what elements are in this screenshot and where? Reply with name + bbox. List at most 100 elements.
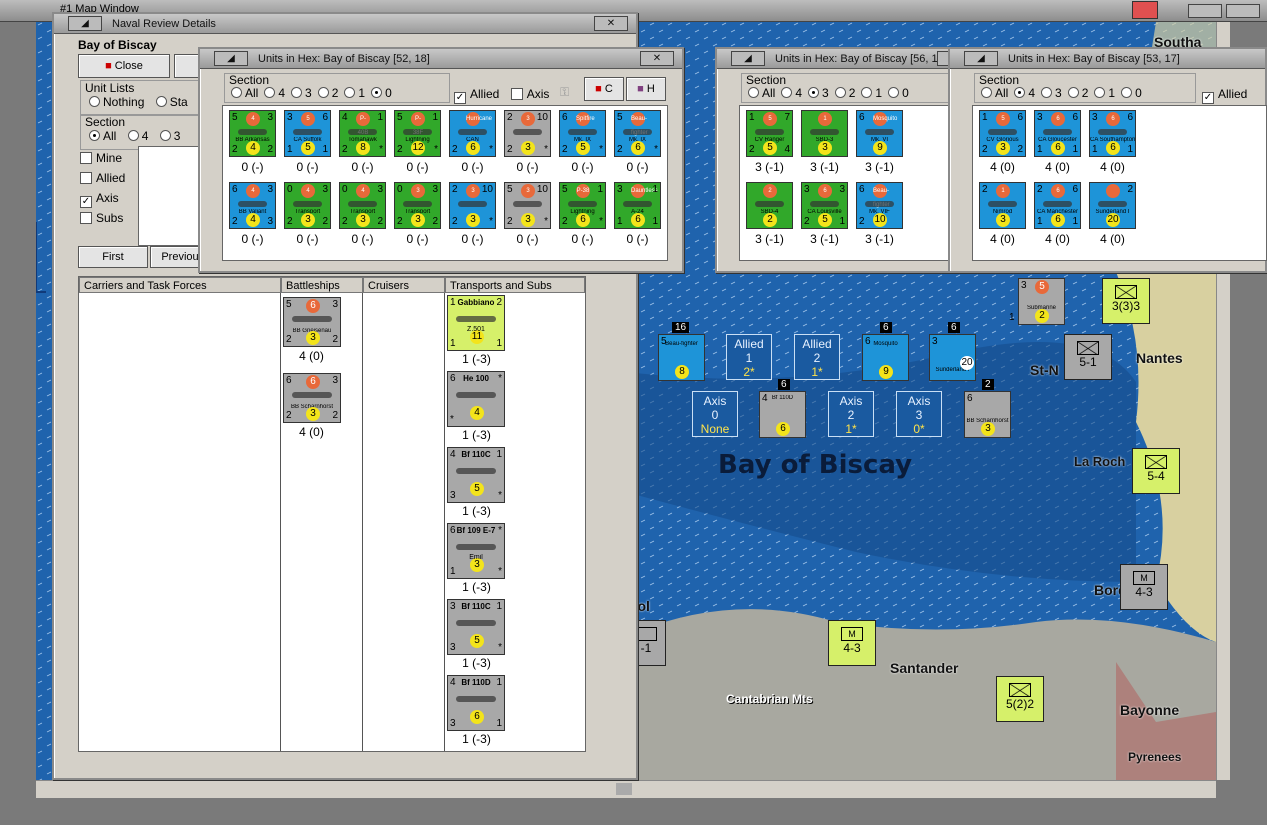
unit-counter[interactable]: 3 5 6 CA Suffolk 1 5 1 — [284, 110, 331, 157]
section-radio[interactable] — [291, 87, 303, 98]
map-land-unit[interactable]: 3(3)3 — [1102, 278, 1150, 324]
unit-counter[interactable]: 5 3 10 2 3 * — [504, 182, 551, 229]
section-radio[interactable] — [264, 87, 276, 98]
first-button[interactable]: First — [78, 246, 148, 268]
section-radio[interactable] — [317, 87, 329, 98]
map-sea-unit[interactable]: 5 Beau-fighter 8 — [658, 334, 705, 381]
map-land-unit[interactable]: 5-4 — [1132, 448, 1180, 494]
section-radio[interactable] — [1121, 87, 1133, 98]
map-land-unit[interactable]: M 4-3 — [828, 620, 876, 666]
unit-counter[interactable]: 0 3 3 Transport 2 3 2 — [394, 182, 441, 229]
axis-box-2[interactable]: Axis 2 1* — [828, 391, 874, 437]
map-sea-unit[interactable]: 4 Bf 110D 6 — [759, 391, 806, 438]
unit-counter[interactable]: Hurricane CAN 2 6 * — [449, 110, 496, 157]
unit-counter[interactable]: 6 Spitfire Mk. IX 2 5 * — [559, 110, 606, 157]
map-land-unit[interactable]: 5-1 — [1064, 334, 1112, 380]
unit-counter[interactable]: 2 3 10 2 3 * — [504, 110, 551, 157]
map-top-unit[interactable]: 3 5 Submarine 1 2 — [1009, 278, 1065, 325]
hex-window-titlebar[interactable]: ◢ Units in Hex: Bay of Biscay [52, 18] ✕ — [200, 49, 682, 69]
unit-counter[interactable]: 2 6 6 CA Manchester 1 6 1 — [1034, 182, 1081, 229]
window-minimize-button[interactable] — [1188, 4, 1222, 18]
section-radio[interactable] — [981, 87, 992, 98]
close-button[interactable]: ■ Close — [78, 54, 170, 78]
section-radio[interactable] — [1041, 87, 1053, 98]
unit-counter[interactable]: 2 Sunderland I 20 — [1089, 182, 1136, 229]
unit-counter[interactable]: 6 * 1 3 * Bf 109 E-7 Emil — [447, 523, 505, 579]
unit-counter[interactable]: 5 6 3 BB Gneisenau 2 3 2 — [283, 297, 341, 347]
unit-counter[interactable]: 6 4 3 BB Valiant 2 4 3 — [229, 182, 276, 229]
c-button[interactable]: ■ C — [584, 77, 624, 101]
section-radio[interactable] — [1094, 87, 1106, 98]
unit-counter[interactable]: 3 6 6 CA Southampton 1 6 1 — [1089, 110, 1136, 157]
section-radio[interactable] — [861, 87, 873, 98]
unit-counter[interactable]: 6 * * 4 He 100 — [447, 371, 505, 427]
section-radio[interactable] — [781, 87, 793, 98]
unit-counter[interactable]: 3 Dauntless 1 A-24 1 6 1 — [614, 182, 661, 229]
allied-box-2[interactable]: Allied 2 1* — [794, 334, 840, 380]
filter-axis-checkbox[interactable]: ✓ — [80, 196, 92, 208]
section-all-radio[interactable] — [89, 130, 100, 141]
axis-box-3[interactable]: Axis 3 0* — [896, 391, 942, 437]
hex-window-titlebar[interactable]: ◢ Units in Hex: Bay of Biscay [53, 17] — [950, 49, 1265, 69]
section-4-radio[interactable] — [127, 130, 139, 141]
unit-list-sta-radio[interactable] — [155, 96, 167, 107]
axis-box-0[interactable]: Axis 0 None — [692, 391, 738, 437]
filter-mine-checkbox[interactable] — [80, 152, 92, 164]
window-close-button[interactable]: ✕ — [594, 16, 628, 31]
filter-subs-checkbox[interactable] — [80, 212, 92, 224]
window-menu-button[interactable]: ◢ — [731, 51, 765, 66]
map-land-unit[interactable]: M 4-3 — [1120, 564, 1168, 610]
window-close-button[interactable]: ✕ — [640, 51, 674, 66]
unit-list-nothing-radio[interactable] — [89, 96, 100, 107]
section-radio[interactable] — [231, 87, 242, 98]
unit-counter[interactable]: 5P-38F1Lightning212* — [394, 110, 441, 157]
unit-counter[interactable]: 2 3 10 2 3 * — [449, 182, 496, 229]
allied-box-1[interactable]: Allied 1 2* — [726, 334, 772, 380]
allied-checkbox[interactable]: ✓ — [454, 92, 466, 104]
section-radio[interactable] — [1014, 87, 1026, 98]
unit-counter[interactable]: 4 1 3 6 1 Bf 110D — [447, 675, 505, 731]
hex-window-titlebar[interactable]: ◢ Units in Hex: Bay of Biscay [56, 17] ✕ — [717, 49, 953, 69]
unit-counter[interactable]: 4 1 3 5 * Bf 110C — [447, 447, 505, 503]
unit-counter[interactable]: 1 5 7 CV Ranger 2 5 4 — [746, 110, 793, 157]
unit-counter[interactable]: 1 2 1 11 1 Gabbiano Z.501 — [447, 295, 505, 351]
allied-checkbox[interactable]: ✓ — [1202, 92, 1214, 104]
window-menu-button[interactable]: ◢ — [68, 16, 102, 31]
section-radio[interactable] — [371, 87, 383, 98]
map-sea-unit[interactable]: 6 Mosquito 9 — [862, 334, 909, 381]
unit-counter[interactable]: 2 SBD-4 2 — [746, 182, 793, 229]
column-header-cruisers[interactable]: Cruisers — [363, 277, 445, 293]
section-3-radio[interactable] — [159, 130, 171, 141]
h-button[interactable]: ■ H — [626, 77, 666, 101]
unit-counter[interactable]: 0 4 3 Transport 2 3 2 — [284, 182, 331, 229]
window-menu-button[interactable]: ◢ — [964, 51, 998, 66]
unit-counter[interactable]: 6 Mosquito Mk. VI 9 — [856, 110, 903, 157]
section-radio[interactable] — [748, 87, 759, 98]
unit-counter[interactable]: 6Beau-fighterMk. VIF210 — [856, 182, 903, 229]
unit-counter[interactable]: 1 5 6 CV Glorious 2 3 2 — [979, 110, 1026, 157]
unit-counter[interactable]: 5 4 3 BB Arkansas 2 4 2 — [229, 110, 276, 157]
section-radio[interactable] — [808, 87, 820, 98]
column-header-carriers[interactable]: Carriers and Task Forces — [79, 277, 281, 293]
section-radio[interactable] — [834, 87, 846, 98]
unit-counter[interactable]: 1 SBD-3 3 — [801, 110, 848, 157]
unit-counter[interactable]: 3 6 6 CA Gloucester 1 6 1 — [1034, 110, 1081, 157]
unit-counter[interactable]: 3 6 3 CA Louisville 2 5 1 — [801, 182, 848, 229]
map-land-unit[interactable]: 5(2)2 — [996, 676, 1044, 722]
section-radio[interactable] — [1067, 87, 1079, 98]
axis-checkbox[interactable] — [510, 88, 523, 100]
unit-counter[interactable]: 4P-40B1Tomahawk28* — [339, 110, 386, 157]
section-radio[interactable] — [888, 87, 900, 98]
unit-counter[interactable]: 3 1 3 5 * Bf 110C — [447, 599, 505, 655]
unit-counter[interactable]: 0 4 3 Transport 2 3 2 — [339, 182, 386, 229]
unit-counter[interactable]: 5Beau-fighterMk. IX26* — [614, 110, 661, 157]
filter-allied-checkbox[interactable] — [80, 172, 92, 184]
map-sea-unit[interactable]: 6 BB Scharnhorst 3 — [964, 391, 1011, 438]
map-horizontal-scrollbar[interactable] — [36, 780, 1216, 798]
window-menu-button[interactable]: ◢ — [214, 51, 248, 66]
window-close-button[interactable] — [1226, 4, 1260, 18]
unit-counter[interactable]: 6 6 3 BB Scharnhorst 2 3 2 — [283, 373, 341, 423]
scroll-thumb[interactable] — [616, 783, 632, 795]
map-sea-unit[interactable]: 3 Sunderland I 20 — [929, 334, 976, 381]
column-header-transports[interactable]: Transports and Subs — [445, 277, 585, 293]
